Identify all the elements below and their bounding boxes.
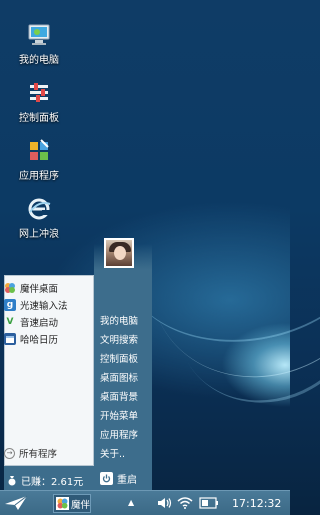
- start-item-calendar[interactable]: 哈哈日历: [4, 331, 58, 347]
- start-right-item-desktop-background[interactable]: 桌面背景: [100, 389, 138, 403]
- volume-icon[interactable]: [157, 497, 173, 509]
- start-item-label: 哈哈日历: [20, 335, 59, 346]
- desktop-icon-label: 网上冲浪: [19, 229, 59, 240]
- start-item-mobanzhuomian[interactable]: 魔伴桌面: [4, 280, 58, 296]
- desktop-icon-label: 控制面板: [19, 113, 59, 124]
- start-right-item-my-computer[interactable]: 我的电脑: [100, 313, 138, 327]
- start-right-item-control-panel[interactable]: 控制面板: [100, 351, 138, 365]
- power-icon: [100, 472, 113, 485]
- input-method-icon: g: [4, 299, 16, 311]
- taskbar-app-button[interactable]: 魔伴: [53, 494, 91, 513]
- start-item-label: 音速启动: [20, 318, 59, 329]
- pinwheel-icon: [4, 282, 16, 294]
- desktop-icon-control-panel[interactable]: 控制面板: [6, 80, 72, 124]
- start-right-item-search[interactable]: 文明搜索: [100, 332, 138, 346]
- start-item-label: 魔伴桌面: [20, 284, 59, 295]
- pinwheel-icon: [56, 497, 69, 510]
- desktop-icon-applications[interactable]: 应用程序: [6, 138, 72, 182]
- internet-browser-icon: [26, 196, 52, 222]
- restart-button[interactable]: 重启: [100, 471, 137, 486]
- calendar-icon: [4, 333, 16, 345]
- start-item-input-method[interactable]: g 光速输入法: [4, 297, 68, 313]
- restart-label: 重启: [117, 475, 137, 486]
- all-programs-label: 所有程序: [19, 449, 58, 460]
- taskbar: 魔伴 ▲ 17:12:32: [0, 490, 290, 515]
- earnings-display: 已赚：2.61元: [7, 473, 83, 488]
- paper-plane-icon: [5, 495, 28, 510]
- money-bag-icon: [7, 475, 17, 486]
- start-button[interactable]: [4, 495, 28, 511]
- tray-expand-icon[interactable]: ▲: [128, 498, 134, 507]
- desktop-icon-label: 我的电脑: [19, 55, 59, 66]
- desktop-icon-my-computer[interactable]: 我的电脑: [6, 22, 72, 66]
- desktop-icon-internet[interactable]: 网上冲浪: [6, 196, 72, 240]
- start-item-launcher[interactable]: V 音速启动: [4, 314, 59, 330]
- v-launcher-icon: V: [6, 317, 14, 327]
- taskbar-clock[interactable]: 17:12:32: [232, 497, 281, 510]
- my-computer-icon: [26, 22, 52, 48]
- start-item-label: 光速输入法: [20, 301, 68, 312]
- applications-icon: [26, 138, 52, 164]
- start-right-item-start-menu[interactable]: 开始菜单: [100, 408, 138, 422]
- start-right-item-desktop-icons[interactable]: 桌面图标: [100, 370, 138, 384]
- taskbar-app-label: 魔伴: [71, 499, 91, 511]
- control-panel-icon: [26, 80, 52, 106]
- earnings-label: 已赚：2.61元: [21, 477, 84, 488]
- start-right-item-applications[interactable]: 应用程序: [100, 427, 138, 441]
- all-programs-button[interactable]: → 所有程序: [4, 446, 57, 460]
- arrow-right-icon: →: [4, 447, 15, 459]
- desktop-icon-label: 应用程序: [19, 171, 59, 182]
- user-avatar[interactable]: [104, 238, 134, 268]
- wifi-icon[interactable]: [177, 496, 193, 509]
- start-right-item-about[interactable]: 关于..: [100, 446, 125, 460]
- battery-icon[interactable]: [199, 497, 219, 509]
